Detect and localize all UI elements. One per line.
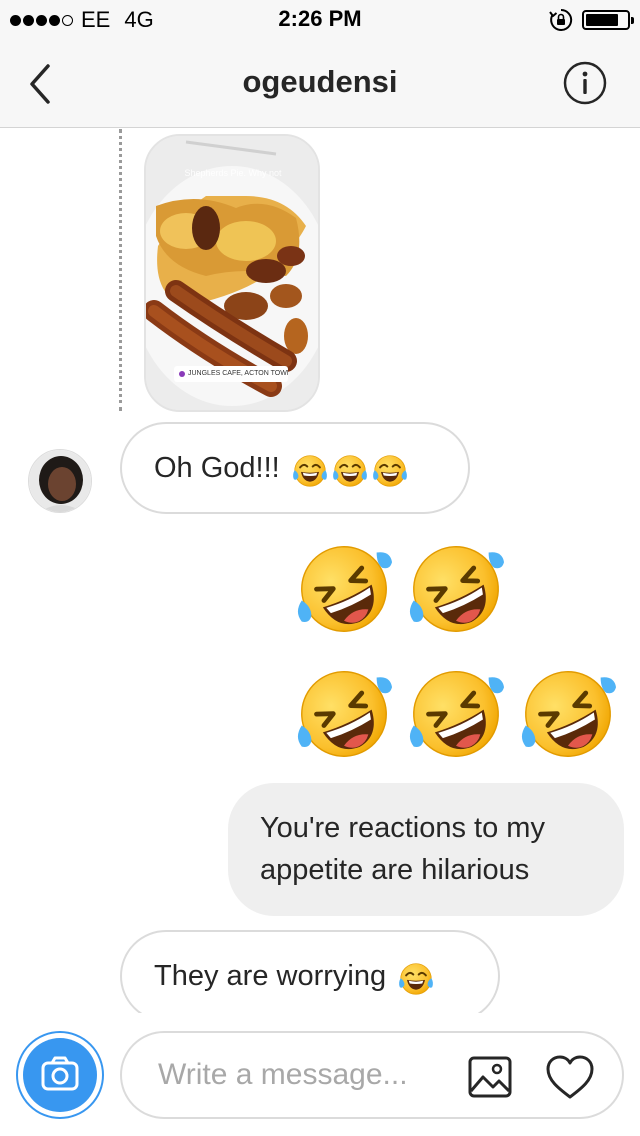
emoji-group: [288, 448, 408, 490]
heart-icon: [546, 1055, 594, 1099]
battery-icon: [582, 10, 634, 30]
camera-button[interactable]: [16, 1031, 104, 1119]
message-thread[interactable]: Shepherds Pie. Why not JUNGLES CAFE, ACT…: [0, 129, 640, 1013]
face-with-tears-of-joy-emoji-icon: [292, 453, 328, 489]
gallery-icon: [468, 1056, 512, 1098]
instagram-direct-screen: EE 4G 2:26 PM ogeudensi Shepherds Pie. W…: [0, 0, 640, 1136]
profile-photo: [29, 450, 91, 512]
face-with-tears-of-joy-emoji-icon: [372, 453, 408, 489]
info-button[interactable]: [562, 60, 608, 106]
rotation-lock-icon: [549, 8, 573, 31]
story-location-sticker: JUNGLES CAFE, ACTON TOWN: [188, 370, 288, 377]
info-icon: [563, 61, 607, 105]
message-bubble-outgoing[interactable]: You're reactions to my appetite are hila…: [228, 783, 624, 916]
emoji-group: [394, 956, 434, 998]
conversation-title[interactable]: ogeudensi: [0, 64, 640, 100]
message-composer: [0, 1013, 640, 1136]
battery-level: [586, 14, 618, 26]
rolling-on-floor-laughing-emoji-icon: [296, 541, 392, 637]
status-right: [548, 7, 634, 33]
rolling-on-floor-laughing-emoji-icon: [408, 541, 504, 637]
message-text: They are worrying: [154, 960, 387, 992]
battery-tip: [631, 17, 634, 24]
message-text: You're reactions to my appetite are hila…: [260, 812, 545, 886]
camera-button-fill: [23, 1038, 97, 1112]
face-with-tears-of-joy-emoji-icon: [398, 961, 434, 997]
status-bar: EE 4G 2:26 PM: [0, 0, 640, 40]
message-input[interactable]: [158, 1053, 458, 1097]
story-reply-indicator: [119, 129, 122, 411]
rolling-on-floor-laughing-emoji-icon: [520, 666, 616, 762]
status-time: 2:26 PM: [278, 6, 362, 31]
gallery-button[interactable]: [466, 1055, 514, 1099]
message-field: [120, 1031, 624, 1119]
camera-icon: [41, 1056, 79, 1091]
like-button[interactable]: [544, 1053, 596, 1101]
rolling-on-floor-laughing-emoji-icon: [296, 666, 392, 762]
message-text: Oh God!!!: [154, 452, 280, 484]
message-bubble-incoming[interactable]: Oh God!!!: [120, 422, 470, 514]
conversation-header: ogeudensi: [0, 40, 640, 128]
story-caption: Shepherds Pie. Why not: [184, 168, 282, 178]
avatar[interactable]: [28, 449, 92, 513]
face-with-tears-of-joy-emoji-icon: [332, 453, 368, 489]
message-bubble-incoming[interactable]: They are worrying: [120, 930, 500, 1013]
shared-story-thumbnail[interactable]: Shepherds Pie. Why not JUNGLES CAFE, ACT…: [144, 134, 320, 412]
rolling-on-floor-laughing-emoji-icon: [408, 666, 504, 762]
